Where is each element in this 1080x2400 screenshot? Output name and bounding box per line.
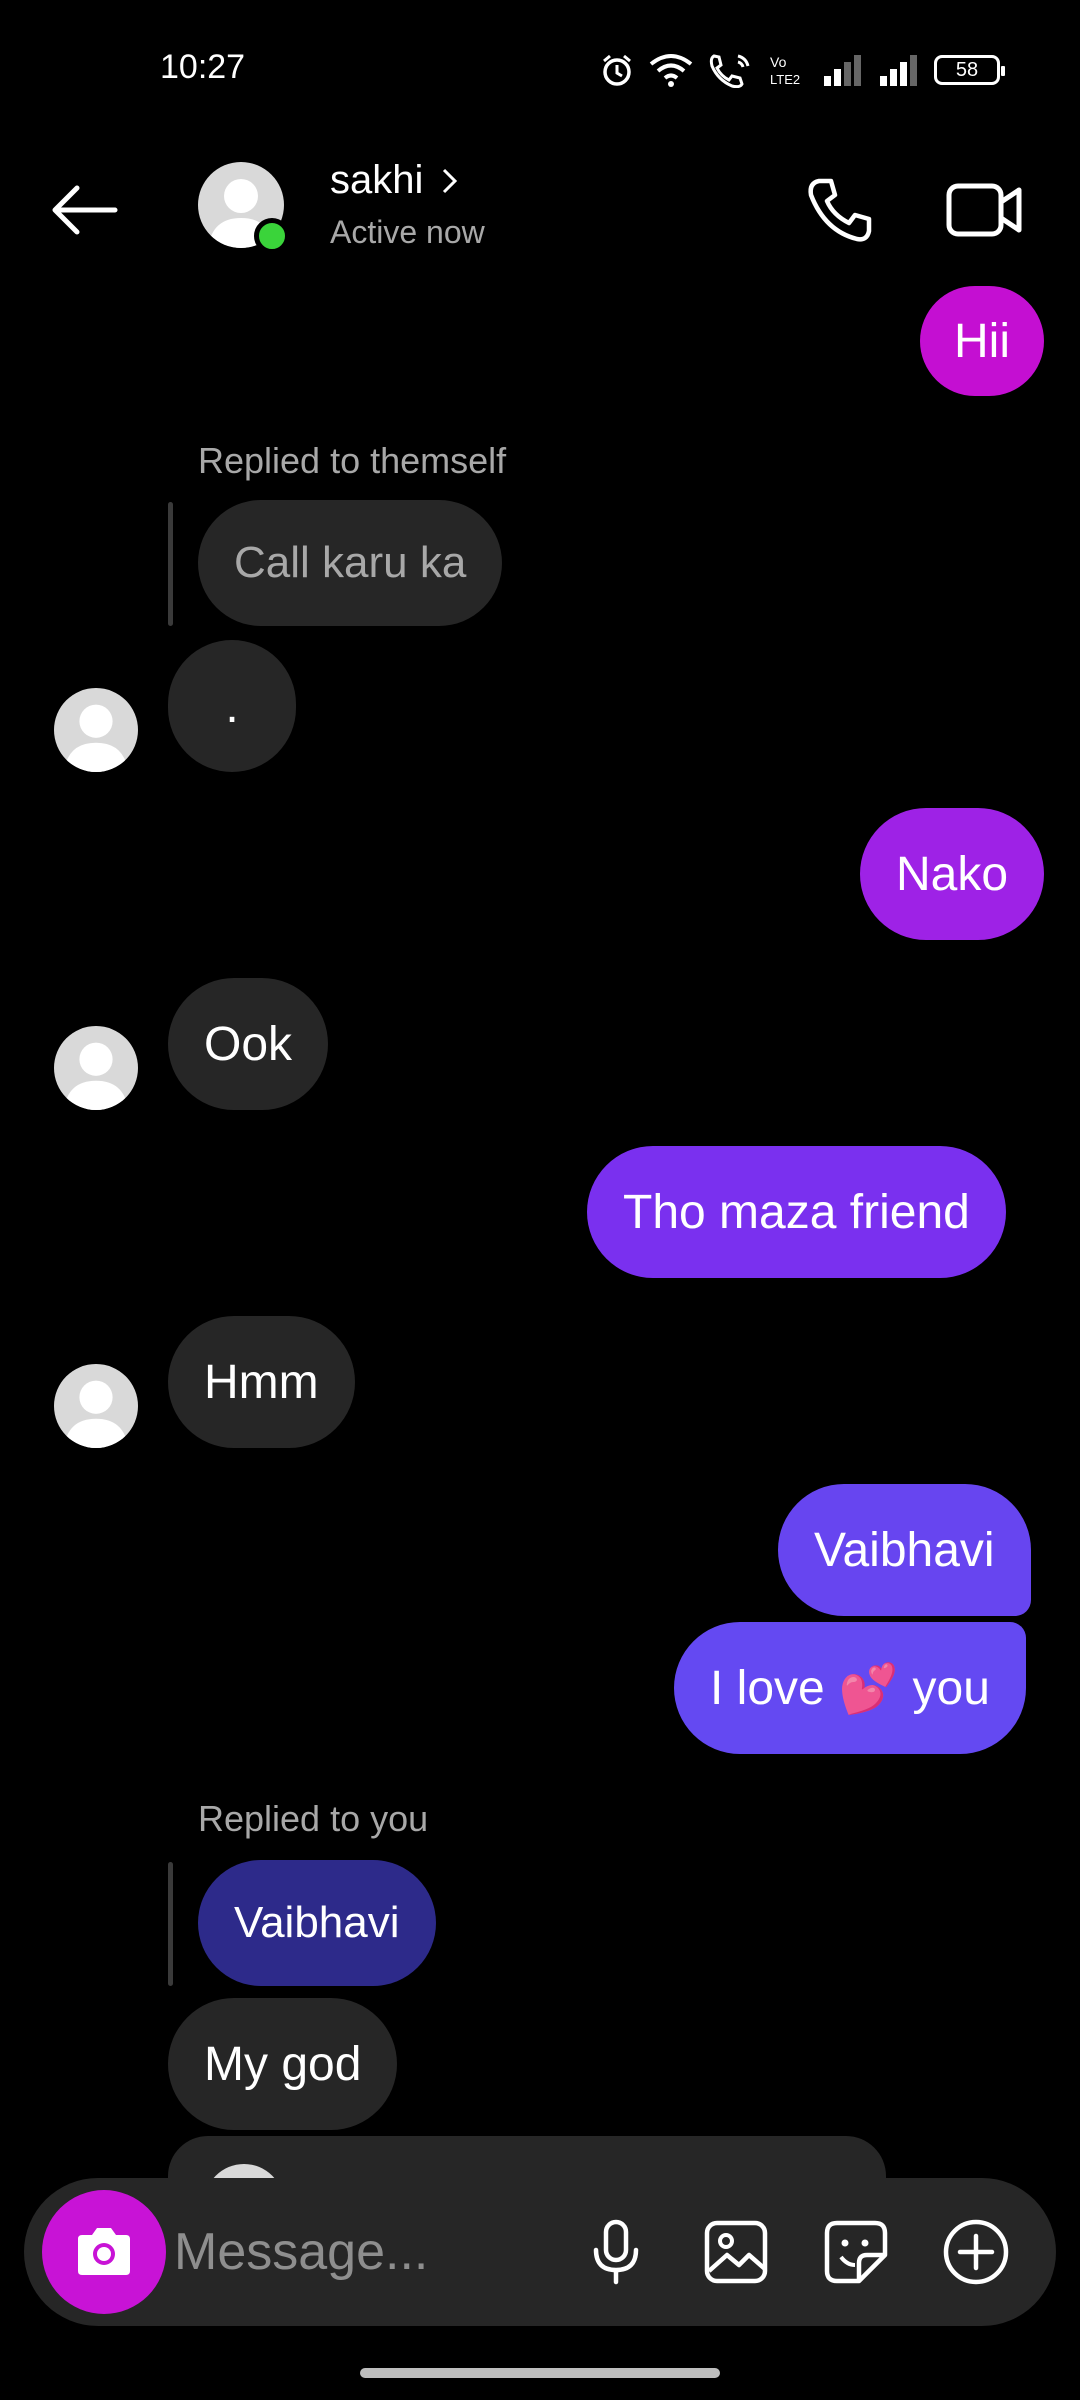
alarm-icon	[603, 54, 631, 86]
voice-message-button[interactable]	[580, 2216, 652, 2288]
sticker-icon	[824, 2220, 888, 2284]
incoming-message[interactable]: My god	[168, 1998, 398, 2130]
microphone-icon	[593, 2219, 639, 2285]
back-button[interactable]	[44, 170, 124, 250]
arrow-left-icon	[52, 185, 118, 235]
outgoing-message[interactable]: Hii	[920, 286, 1044, 396]
signal-1-icon	[824, 55, 861, 86]
incoming-message[interactable]: .	[168, 640, 296, 772]
battery-indicator: 58	[934, 55, 1005, 85]
camera-icon	[78, 2228, 130, 2275]
default-avatar-icon	[63, 1380, 129, 1448]
outgoing-message[interactable]: I love 💕 you	[674, 1622, 1026, 1754]
message-input[interactable]	[174, 2208, 574, 2296]
wifi-calling-icon	[709, 54, 750, 88]
volte-icon: Vo LTE2	[770, 54, 800, 87]
plus-circle-icon	[943, 2219, 1009, 2285]
message-text: you	[912, 1661, 990, 1715]
status-bar: 10:27 Vo LTE2 58	[0, 0, 1080, 140]
outgoing-message[interactable]: Tho maza friend	[587, 1146, 1006, 1278]
chat-header: sakhi Active now	[0, 140, 1080, 290]
contact-avatar[interactable]	[198, 162, 290, 254]
home-indicator[interactable]	[360, 2368, 720, 2378]
message-composer	[24, 2178, 1056, 2326]
outgoing-message[interactable]: Nako	[860, 808, 1045, 940]
phone-icon	[808, 178, 872, 242]
default-avatar-icon	[63, 704, 129, 772]
reply-caption: Replied to you	[198, 1798, 429, 1839]
quoted-message[interactable]: Vaibhavi	[198, 1860, 436, 1986]
contact-status: Active now	[330, 214, 485, 250]
status-time: 10:27	[160, 48, 246, 86]
quoted-message[interactable]: Call karu ka	[198, 500, 503, 626]
status-icons: Vo LTE2 58	[600, 50, 1005, 90]
more-options-button[interactable]	[940, 2216, 1012, 2288]
wifi-icon	[649, 54, 693, 87]
sender-avatar[interactable]	[54, 688, 138, 772]
reply-line	[168, 1862, 173, 1986]
sender-avatar[interactable]	[54, 1026, 138, 1110]
svg-text:Vo: Vo	[770, 54, 787, 70]
svg-text:LTE2: LTE2	[770, 72, 800, 87]
default-avatar-icon	[63, 1042, 129, 1110]
incoming-message[interactable]: Ook	[168, 978, 329, 1110]
video-call-button[interactable]	[940, 170, 1030, 250]
contact-name: sakhi	[330, 158, 424, 202]
heart-emoji: 💕	[838, 1662, 899, 1716]
camera-button[interactable]	[42, 2190, 166, 2314]
outgoing-message[interactable]: Vaibhavi	[778, 1484, 1031, 1616]
contact-name-row[interactable]: sakhi	[330, 158, 459, 203]
reply-line	[168, 502, 173, 626]
gallery-button[interactable]	[700, 2216, 772, 2288]
audio-call-button[interactable]	[800, 170, 880, 250]
reply-caption: Replied to themself	[198, 440, 507, 481]
signal-2-icon	[880, 55, 917, 86]
image-icon	[704, 2220, 768, 2284]
incoming-message[interactable]: Hmm	[168, 1316, 355, 1448]
sender-avatar[interactable]	[54, 1364, 138, 1448]
video-camera-icon	[946, 183, 1022, 237]
online-status-dot	[254, 218, 290, 254]
message-text: I love	[710, 1661, 825, 1715]
sticker-button[interactable]	[820, 2216, 892, 2288]
chevron-right-icon	[443, 168, 458, 193]
